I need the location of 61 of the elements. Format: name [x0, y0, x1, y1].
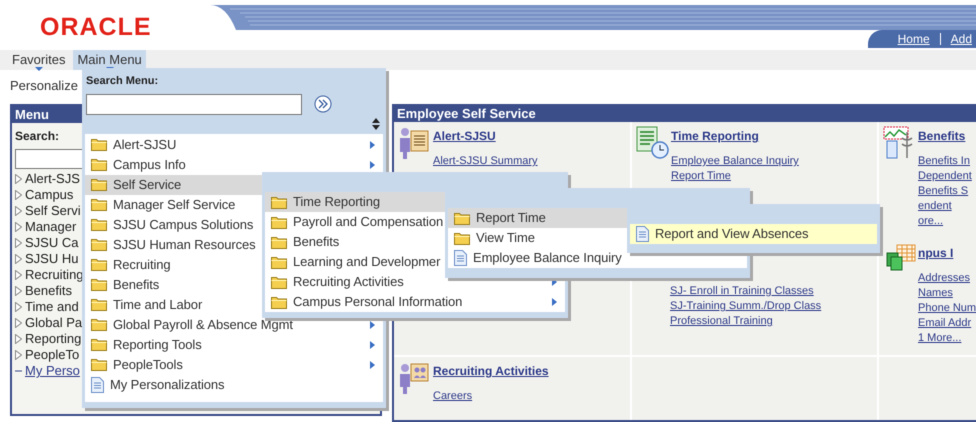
search-menu-label: Search Menu:: [85, 74, 160, 89]
document-icon: [91, 376, 104, 392]
folder-icon: [271, 216, 287, 228]
folder-icon: [91, 258, 107, 271]
portal-link[interactable]: Names: [918, 286, 976, 301]
portal-title: Employee Self Service: [394, 106, 976, 122]
header-link[interactable]: Home: [898, 30, 930, 48]
folder-icon: [271, 196, 287, 208]
caret-icon: [34, 67, 43, 71]
portal-link[interactable]: Email Addr: [918, 316, 976, 331]
section-title-link[interactable]: Benefits: [918, 126, 972, 144]
section-title-link[interactable]: Time Reporting: [671, 126, 799, 144]
logo: ORACLE: [40, 13, 152, 41]
portal-link[interactable]: 1 More...: [918, 331, 976, 346]
sheet-clock-icon: [636, 126, 670, 160]
portal-link[interactable]: Report Time: [671, 169, 799, 184]
person-clipboard-icon: [398, 126, 430, 160]
people-icon: [398, 361, 430, 395]
folder-icon: [91, 158, 107, 171]
portal-link[interactable]: Benefits S: [918, 184, 972, 199]
folder-icon: [271, 256, 287, 268]
personalize-link[interactable]: Personalize: [10, 76, 78, 96]
portal-link[interactable]: endent: [918, 199, 972, 214]
folder-icon: [91, 218, 107, 231]
portal-link[interactable]: Addresses: [918, 271, 976, 286]
folder-icon: [271, 296, 287, 308]
folder-icon: [91, 138, 107, 151]
folder-icon: [271, 276, 287, 288]
folder-icon: [91, 238, 107, 251]
section-title-link[interactable]: npus I: [918, 243, 976, 261]
search-label: Search:: [14, 128, 60, 145]
folder-icon: [91, 318, 107, 331]
folder-icon: [91, 338, 107, 351]
portal-link[interactable]: Phone Num: [918, 301, 976, 316]
nav-tab[interactable]: Main Menu: [73, 50, 146, 70]
go-button-icon[interactable]: [314, 95, 332, 113]
sort-icon[interactable]: [372, 118, 380, 130]
header-link[interactable]: Add: [950, 30, 972, 48]
portal-link[interactable]: SJ- Enroll in Training Classes: [670, 284, 822, 299]
portal-link[interactable]: Dependent: [918, 169, 972, 184]
section-title-link[interactable]: Recruiting Activities: [433, 361, 549, 379]
portal-link[interactable]: SJ-Training Summ./Drop Class: [670, 299, 822, 314]
portal-link[interactable]: Professional Training: [670, 314, 822, 329]
folder-icon: [454, 232, 470, 244]
section-title-link[interactable]: Alert-SJSU: [433, 126, 538, 144]
portal-link[interactable]: Alert-SJSU Summary: [433, 154, 538, 169]
portal-link[interactable]: Benefits In: [918, 154, 972, 169]
folder-icon: [91, 198, 107, 211]
folder-icon: [91, 178, 107, 191]
portal-link[interactable]: Employee Balance Inquiry: [671, 154, 799, 169]
folder-icon: [91, 298, 107, 311]
folder-icon: [91, 278, 107, 291]
search-menu-field[interactable]: [86, 94, 302, 114]
folder-icon: [271, 236, 287, 248]
document-icon: [454, 250, 467, 266]
portal-link[interactable]: Careers: [433, 389, 549, 404]
folder-icon: [454, 212, 470, 224]
menu-item[interactable]: Report and View Absences: [630, 224, 877, 244]
folder-icon: [91, 358, 107, 371]
portal-link[interactable]: ore...: [918, 214, 972, 229]
document-icon: [636, 226, 649, 242]
